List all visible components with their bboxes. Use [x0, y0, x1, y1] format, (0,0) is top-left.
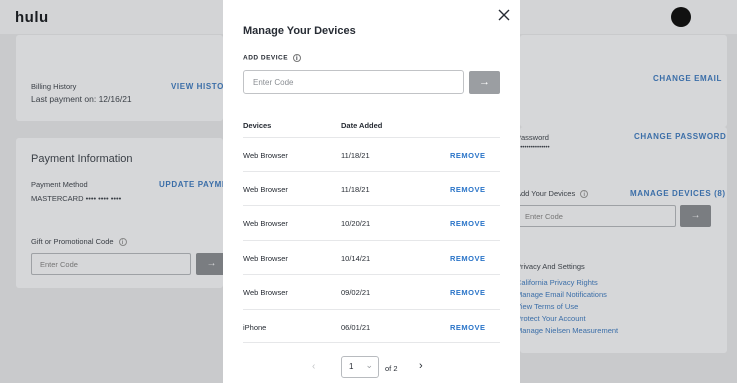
- payment-method-label: Payment Method: [31, 180, 88, 189]
- info-icon[interactable]: i: [118, 238, 127, 247]
- page-count-text: of 2: [385, 364, 398, 373]
- manage-devices-link[interactable]: MANAGE DEVICES (8): [630, 189, 726, 198]
- last-payment-text: Last payment on: 12/16/21: [31, 94, 132, 104]
- device-name: iPhone: [243, 323, 267, 332]
- device-name: Web Browser: [243, 151, 288, 160]
- gift-code-input[interactable]: [31, 253, 191, 275]
- privacy-link[interactable]: View Terms of Use: [516, 302, 578, 311]
- account-card: CHANGE EMAIL Password: [516, 35, 727, 141]
- device-name: Web Browser: [243, 185, 288, 194]
- close-icon[interactable]: [497, 8, 511, 22]
- previous-page-icon[interactable]: ‹: [312, 361, 315, 372]
- table-row: Web Browser 10/14/21 REMOVE: [243, 240, 500, 274]
- table-row: Web Browser 10/20/21 REMOVE: [243, 205, 500, 239]
- profile-avatar[interactable]: [671, 7, 691, 27]
- date-added: 10/20/21: [341, 219, 371, 228]
- info-icon[interactable]: i: [580, 190, 589, 199]
- page-select[interactable]: 1 ⌄: [341, 356, 379, 378]
- privacy-link[interactable]: Manage Nielsen Measurement: [516, 326, 618, 335]
- password-label: Password: [516, 133, 549, 142]
- gift-code-label: Gift or Promotional Code i: [31, 237, 127, 247]
- device-code-submit-button[interactable]: →: [680, 205, 711, 227]
- devices-column-header: Devices: [243, 121, 272, 130]
- device-code-input[interactable]: [516, 205, 676, 227]
- remove-device-button[interactable]: REMOVE: [450, 185, 486, 194]
- info-icon[interactable]: i: [293, 54, 302, 62]
- next-page-icon[interactable]: ›: [419, 360, 423, 372]
- date-added: 10/14/21: [341, 254, 371, 263]
- device-name: Web Browser: [243, 254, 288, 263]
- remove-device-button[interactable]: REMOVE: [450, 254, 486, 263]
- payment-card: Payment Information Payment Method MASTE…: [16, 138, 239, 288]
- table-row: Web Browser 11/18/21 REMOVE: [243, 137, 500, 171]
- date-added: 09/02/21: [341, 288, 371, 297]
- date-added: 06/01/21: [341, 323, 371, 332]
- remove-device-button[interactable]: REMOVE: [450, 219, 486, 228]
- change-email-link[interactable]: CHANGE EMAIL: [653, 74, 722, 83]
- password-masked-value: ••••••••••••••••: [516, 145, 550, 151]
- add-devices-label: Add Your Devices i: [516, 189, 589, 199]
- table-row: Web Browser 11/18/21 REMOVE: [243, 171, 500, 205]
- table-row: Web Browser 09/02/21 REMOVE: [243, 274, 500, 308]
- privacy-settings-title: Privacy And Settings: [516, 262, 585, 271]
- manage-devices-modal: Manage Your Devices ADD DEVICEi → Device…: [223, 0, 520, 383]
- billing-history-label: Billing History: [31, 82, 77, 91]
- device-name: Web Browser: [243, 219, 288, 228]
- device-code-input[interactable]: [243, 70, 464, 94]
- billing-card: Billing History Last payment on: 12/16/2…: [16, 35, 235, 121]
- date-added: 11/18/21: [341, 185, 370, 194]
- privacy-link[interactable]: Protect Your Account: [516, 314, 586, 323]
- privacy-link[interactable]: Manage Email Notifications: [516, 290, 607, 299]
- device-code-submit-button[interactable]: →: [469, 71, 500, 94]
- chevron-down-icon: ⌄: [365, 360, 373, 370]
- remove-device-button[interactable]: REMOVE: [450, 151, 486, 160]
- date-added-column-header: Date Added: [341, 121, 383, 130]
- change-password-link[interactable]: CHANGE PASSWORD: [634, 132, 726, 141]
- payment-information-title: Payment Information: [31, 153, 133, 165]
- modal-title: Manage Your Devices: [243, 25, 356, 37]
- remove-device-button[interactable]: REMOVE: [450, 323, 486, 332]
- date-added: 11/18/21: [341, 151, 370, 160]
- remove-device-button[interactable]: REMOVE: [450, 288, 486, 297]
- add-device-label: ADD DEVICE i: [243, 54, 302, 62]
- payment-method-value: MASTERCARD •••• •••• ••••: [31, 194, 122, 203]
- privacy-link[interactable]: California Privacy Rights: [516, 278, 598, 287]
- page-select-value: 1: [349, 362, 354, 371]
- table-row: iPhone 06/01/21 REMOVE: [243, 309, 500, 343]
- settings-card: Password •••••••••••••••• CHANGE PASSWOR…: [516, 127, 727, 353]
- device-name: Web Browser: [243, 288, 288, 297]
- hulu-logo[interactable]: hulu: [15, 9, 49, 26]
